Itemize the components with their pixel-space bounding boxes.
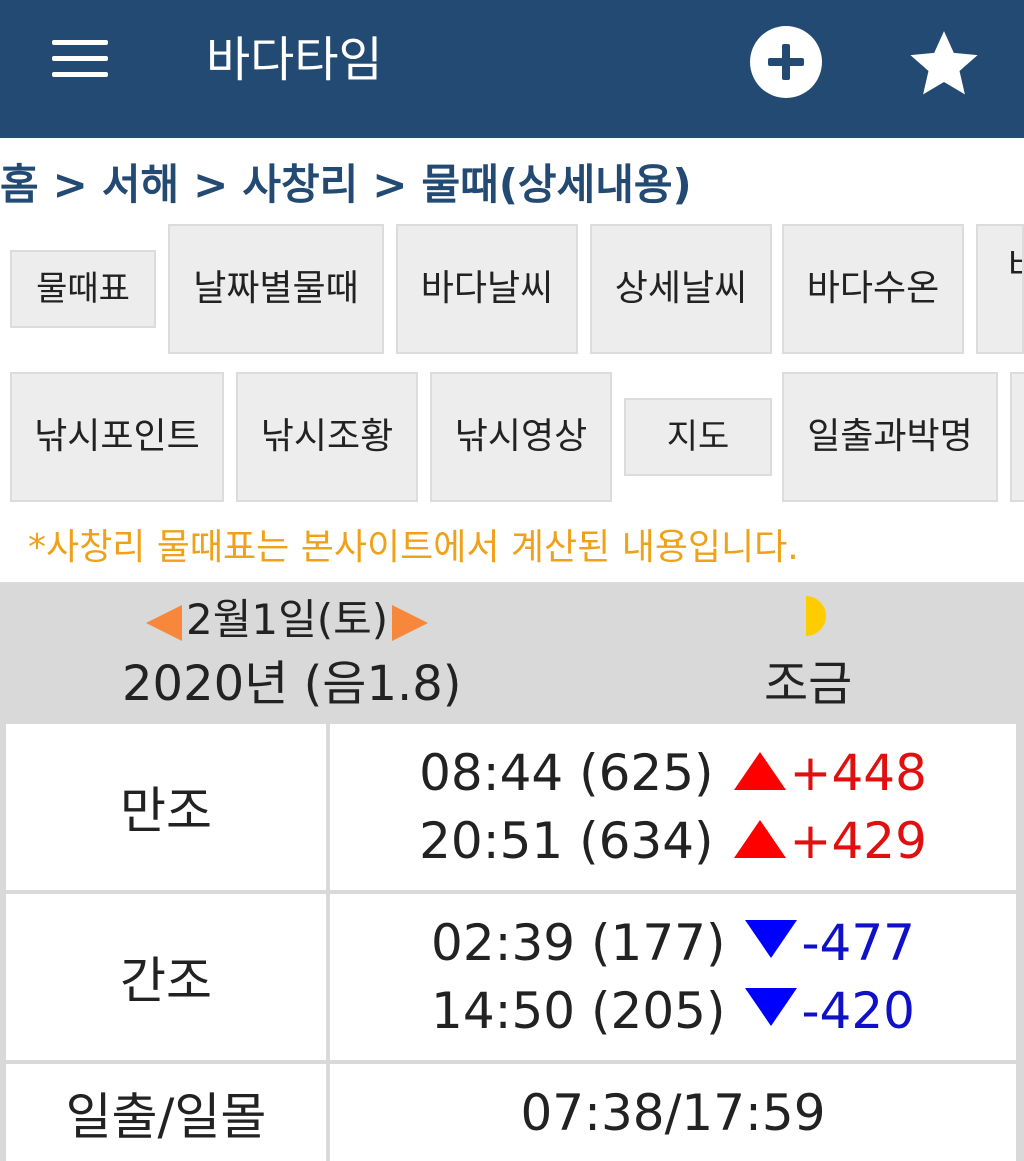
nav-marine-weather[interactable]: 바다날씨 — [396, 224, 578, 354]
low-tide-entry: 02:39 (177) -477 — [431, 909, 915, 977]
star-icon[interactable] — [906, 26, 982, 102]
prev-day-arrow-icon[interactable] — [146, 604, 182, 641]
low-tide-time: 14:50 (205) — [431, 982, 726, 1040]
low-tide-change: -477 — [801, 914, 915, 972]
app-bar: 바다타임 — [0, 0, 1024, 138]
date-navigator: 2월1일(토) — [146, 592, 429, 648]
breadcrumb: 홈 > 서해 > 사창리 > 물때(상세내용) — [0, 156, 1024, 214]
breadcrumb-separator: > — [193, 160, 229, 209]
nav-detail-weather[interactable]: 상세날씨 — [590, 224, 772, 354]
nav-more-partial[interactable]: 바 — [976, 224, 1024, 354]
low-tide-entry: 14:50 (205) -420 — [431, 977, 915, 1045]
high-tide-times: 08:44 (625) +448 20:51 (634) +429 — [330, 724, 1016, 890]
app-title: 바다타임 — [206, 32, 383, 88]
breadcrumb-separator: > — [52, 160, 88, 209]
sunrise-sunset-times: 07:38/17:59 — [330, 1064, 1016, 1161]
breadcrumb-separator: > — [372, 160, 408, 209]
high-tide-time: 20:51 (634) — [419, 812, 714, 870]
nav-tide-by-date[interactable]: 날짜별물때 — [168, 224, 384, 354]
sunrise-sunset-label: 일출/일몰 — [6, 1064, 326, 1161]
tide-table: 2월1일(토) 2020년 (음1.8) 조금 만조 08:44 (625) +4… — [0, 582, 1024, 1161]
nav-tide-table[interactable]: 물때표 — [10, 250, 156, 328]
high-tide-change: +429 — [789, 812, 927, 870]
low-tide-time: 02:39 (177) — [431, 914, 726, 972]
high-tide-label: 만조 — [6, 724, 326, 890]
fall-arrow-icon — [745, 920, 798, 958]
breadcrumb-west-sea[interactable]: 서해 — [102, 160, 179, 209]
nav-more-partial[interactable] — [1010, 372, 1024, 502]
breadcrumb-current: 물때(상세내용) — [421, 160, 692, 209]
nav-fishing-report[interactable]: 낚시조황 — [236, 372, 418, 502]
high-tide-entry: 20:51 (634) +429 — [419, 807, 927, 875]
breadcrumb-home[interactable]: 홈 — [0, 160, 39, 209]
nav-fishing-video[interactable]: 낚시영상 — [430, 372, 612, 502]
nav-sunrise-twilight[interactable]: 일출과박명 — [782, 372, 998, 502]
nav-sea-temperature[interactable]: 바다수온 — [782, 224, 964, 354]
moon-phase-header: 조금 — [620, 582, 1024, 718]
high-tide-change: +448 — [789, 744, 927, 802]
low-tide-times: 02:39 (177) -477 14:50 (205) -420 — [330, 894, 1016, 1060]
nav-fishing-point[interactable]: 낚시포인트 — [10, 372, 224, 502]
year-lunar-date: 2020년 (음1.8) — [122, 656, 462, 712]
nav-map[interactable]: 지도 — [624, 398, 772, 476]
breadcrumb-sachang-ri[interactable]: 사창리 — [242, 160, 358, 209]
high-tide-entry: 08:44 (625) +448 — [419, 739, 927, 807]
calculation-notice: *사창리 물때표는 본사이트에서 계산된 내용입니다. — [28, 527, 799, 568]
low-tide-label: 간조 — [6, 894, 326, 1060]
menu-icon[interactable] — [52, 40, 108, 80]
half-moon-icon — [806, 596, 826, 636]
date-header: 2월1일(토) 2020년 (음1.8) — [0, 582, 620, 718]
rise-arrow-icon — [733, 752, 786, 790]
add-circle-icon[interactable] — [750, 26, 822, 98]
high-tide-time: 08:44 (625) — [419, 744, 714, 802]
low-tide-change: -420 — [801, 982, 915, 1040]
tide-phase-name: 조금 — [764, 656, 853, 712]
next-day-arrow-icon[interactable] — [392, 604, 429, 641]
fall-arrow-icon — [745, 988, 798, 1026]
current-date: 2월1일(토) — [186, 595, 389, 644]
rise-arrow-icon — [733, 820, 786, 858]
